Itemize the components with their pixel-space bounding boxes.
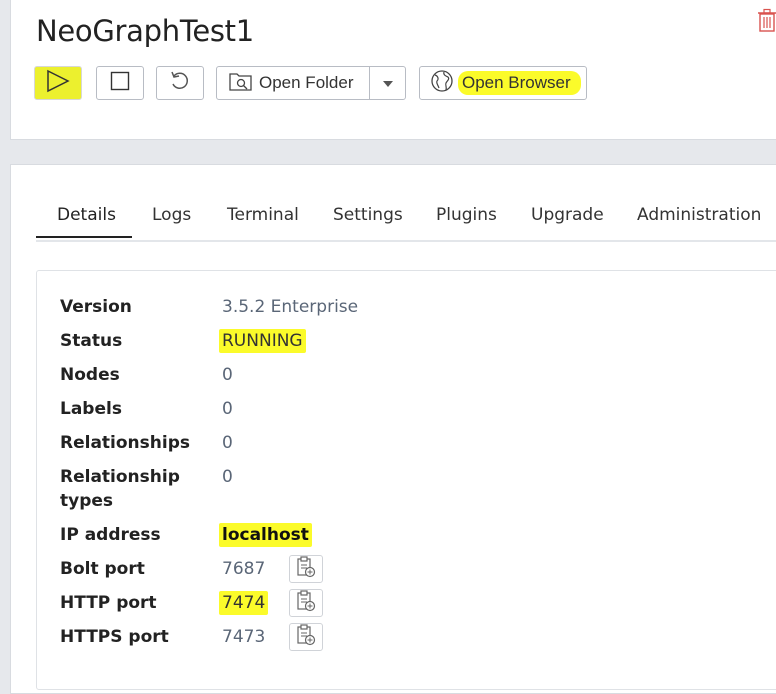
relationships-label: Relationships — [60, 433, 190, 453]
clipboard-copy-icon — [296, 589, 316, 617]
status-label: Status — [60, 331, 123, 351]
tab-logs[interactable]: Logs — [152, 205, 191, 225]
stop-icon — [110, 71, 130, 96]
reset-button[interactable] — [156, 66, 204, 100]
copy-bolt-port-button[interactable] — [289, 555, 323, 583]
caret-down-icon — [382, 73, 394, 93]
ip-address-value: localhost — [219, 523, 312, 547]
clipboard-copy-icon — [296, 623, 316, 651]
tab-bar: Details Logs Terminal Settings Plugins U… — [36, 196, 776, 242]
relationship-types-value: 0 — [222, 467, 233, 487]
open-browser-button[interactable]: Open Browser — [419, 66, 587, 100]
tab-upgrade[interactable]: Upgrade — [531, 205, 604, 225]
version-label: Version — [60, 297, 132, 317]
tab-administration[interactable]: Administration — [637, 205, 761, 225]
nodes-value: 0 — [222, 365, 233, 385]
clipboard-copy-icon — [296, 555, 316, 583]
reset-icon — [169, 70, 191, 97]
stop-button[interactable] — [96, 66, 144, 100]
http-port-value: 7474 — [219, 591, 269, 615]
globe-icon — [430, 69, 454, 98]
tab-plugins[interactable]: Plugins — [436, 205, 497, 225]
open-folder-dropdown-button[interactable] — [369, 66, 406, 100]
tab-settings[interactable]: Settings — [333, 205, 403, 225]
active-tab-indicator — [36, 236, 132, 238]
bolt-port-label: Bolt port — [60, 559, 145, 579]
http-port-label: HTTP port — [60, 593, 157, 613]
folder-icon — [229, 71, 253, 96]
copy-http-port-button[interactable] — [289, 589, 323, 617]
https-port-label: HTTPS port — [60, 627, 169, 647]
trash-icon[interactable] — [757, 8, 776, 32]
open-browser-label: Open Browser — [458, 71, 581, 95]
open-folder-label: Open Folder — [259, 73, 354, 92]
relationship-types-label: Relationship types — [60, 467, 180, 511]
play-icon — [45, 69, 71, 98]
tab-details[interactable]: Details — [57, 205, 116, 225]
copy-https-port-button[interactable] — [289, 623, 323, 651]
ip-address-label: IP address — [60, 525, 161, 545]
start-button[interactable] — [34, 66, 82, 100]
status-value: RUNNING — [219, 329, 306, 353]
page-title: NeoGraphTest1 — [36, 14, 254, 48]
tab-terminal[interactable]: Terminal — [227, 205, 299, 225]
https-port-value: 7473 — [222, 627, 266, 647]
labels-value: 0 — [222, 399, 233, 419]
bolt-port-value: 7687 — [222, 559, 266, 579]
open-folder-button[interactable]: Open Folder — [216, 66, 370, 100]
version-value: 3.5.2 Enterprise — [222, 297, 359, 317]
labels-label: Labels — [60, 399, 122, 419]
relationships-value: 0 — [222, 433, 233, 453]
nodes-label: Nodes — [60, 365, 120, 385]
